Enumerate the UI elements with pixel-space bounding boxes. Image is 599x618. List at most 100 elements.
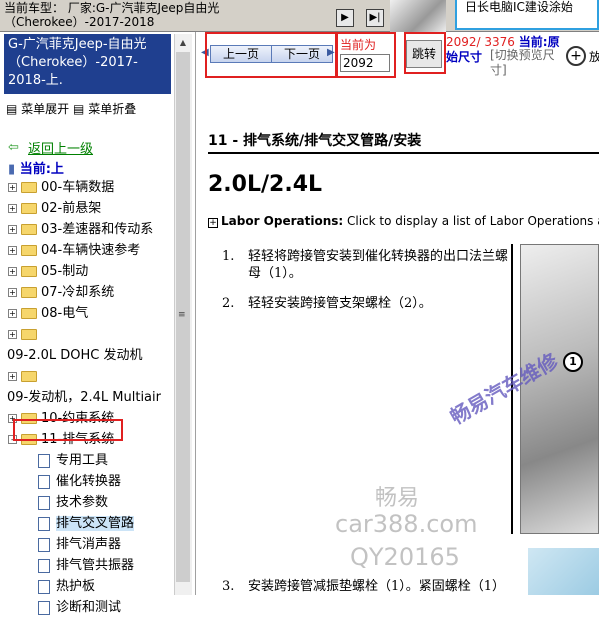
tree-item-label[interactable]: 03-差速器和传动系 [41,222,153,237]
menu-toggle-row: ▤ 菜单展开 ▤ 菜单折叠 [6,100,136,117]
tree-child-label[interactable]: 排气管共振器 [56,558,134,573]
folder-icon [21,308,37,319]
list-icon: ▤ [6,102,18,116]
menu-expand-link[interactable]: 菜单展开 [21,102,69,116]
selection-highlight-box [13,419,123,441]
tree-item-label[interactable]: 05-制动 [41,264,88,279]
current-size-label: 当前:原 [518,35,560,49]
document-icon [38,579,50,594]
tree-item[interactable]: +05-制动 [0,262,88,282]
tree-item[interactable]: +04-车辆快速参考 [0,241,140,261]
expand-icon[interactable]: + [8,204,17,213]
zoom-in-icon[interactable]: + [566,46,586,66]
current-model-text: 当前车型： 厂家:G-广汽菲克Jeep自由光（Cherokee）-2017-20… [4,1,220,29]
switch-preview-link[interactable]: [切换预览尺寸] [490,48,562,78]
scroll-grip-icon: ≡ [178,310,186,320]
document-icon [38,453,50,468]
labor-operations-text: Click to display a list of Labor Operati… [343,214,599,228]
document-icon [38,474,50,489]
tree-item[interactable]: +07-冷却系统 [0,283,114,303]
step-number: 2. [222,296,235,311]
expand-icon[interactable]: + [8,372,17,381]
tree-item-label[interactable]: 09-发动机，2.4L Multiair [7,390,161,405]
expand-icon[interactable]: + [8,267,17,276]
step-text: 轻轻安装跨接管支架螺栓（2）。 [248,296,432,311]
tree-item-label[interactable]: 00-车辆数据 [41,180,114,195]
menu-collapse-link[interactable]: 菜单折叠 [88,102,136,116]
zoom-label[interactable]: 放 [589,48,599,65]
tree-child-label[interactable]: 专用工具 [56,453,108,468]
watermark: QY20165 [350,543,460,571]
list-icon: ▤ [73,102,85,116]
tree-child-item[interactable]: 技术参数 [38,493,108,513]
current-location-label: 当前:上 [19,162,64,177]
expand-icon[interactable]: + [208,218,218,228]
expand-icon[interactable]: + [8,288,17,297]
watermark: 畅易 [375,486,420,511]
tree-child-label[interactable]: 催化转换器 [56,474,121,489]
tree-item[interactable]: +02-前悬架 [0,199,101,219]
back-link[interactable]: 返回上一级 [28,138,93,157]
folder-icon [21,182,37,193]
tree-item-label[interactable]: 02-前悬架 [41,201,101,216]
tree-child-item[interactable]: 排气交叉管路 [38,514,135,534]
tree-item[interactable]: +00-车辆数据 [0,178,114,198]
original-size-label: 始尺寸 [446,50,483,64]
step-number: 1. [222,249,235,264]
current-location: ▮ 当前:上 [8,158,64,177]
page-buttons-highlight-box [205,32,337,78]
labor-operations: + Labor Operations: Click to display a li… [208,214,599,228]
back-arrow-icon: ⇦ [8,140,19,155]
tree-child-label[interactable]: 热护板 [56,579,95,594]
tree-child-item[interactable]: 诊断和测试 [38,598,121,618]
exhaust-diagram-image-2 [528,548,599,595]
tree-child-item[interactable]: 专用工具 [38,451,108,471]
step-item: 3. 安装跨接管减振垫螺栓（1）。紧固螺栓（1） [222,578,548,595]
tree-item[interactable]: +03-差速器和传动系 [0,220,153,240]
tree-item-label[interactable]: 08-电气 [41,306,88,321]
page-input-highlight-box [336,32,396,78]
brand-banner: 日长电脑IC建设涂始 [455,0,599,30]
tree-child-label[interactable]: 排气交叉管路 [56,516,135,531]
tree-item[interactable]: + [0,367,41,387]
watermark: car388.com [335,510,478,538]
step-item: 2. 轻轻安装跨接管支架螺栓（2）。 [222,295,518,312]
folder-icon [21,203,37,214]
tree-child-item[interactable]: 排气管共振器 [38,556,134,576]
folder-icon [21,266,37,277]
labor-operations-label[interactable]: Labor Operations: [221,214,343,228]
last-nav-icon[interactable]: ▶| [366,9,384,27]
jump-highlight-box [404,32,446,74]
expand-icon[interactable]: + [8,225,17,234]
page-count-value: 2092/ 3376 [446,35,515,49]
tree-child-item[interactable]: 热护板 [38,577,95,597]
document-icon [38,537,50,552]
tree-item[interactable]: + [0,325,41,345]
scroll-up-icon[interactable]: ▲ [176,36,190,50]
tree-item[interactable]: +08-电气 [0,304,88,324]
expand-icon[interactable]: + [8,246,17,255]
tree-item[interactable]: 09-2.0L DOHC 发动机 [7,346,143,366]
step-item: 1. 轻轻将跨接管安装到催化转换器的出口法兰螺母（1）。 [222,248,518,282]
engine-title: 2.0L/2.4L [208,172,323,197]
expand-icon[interactable]: + [8,183,17,192]
document-icon [38,558,50,573]
tree-child-item[interactable]: 催化转换器 [38,472,121,492]
folder-icon [21,224,37,235]
tree-item-label[interactable]: 07-冷却系统 [41,285,114,300]
step-text: 轻轻将跨接管安装到催化转换器的出口法兰螺母（1）。 [248,249,509,281]
expand-icon[interactable]: + [8,309,17,318]
diagram-callout: 1 [563,352,583,372]
tree-child-item[interactable]: 排气消声器 [38,535,121,555]
tree-child-label[interactable]: 排气消声器 [56,537,121,552]
tree-item[interactable]: 09-发动机，2.4L Multiair [7,388,161,408]
tree-child-label[interactable]: 技术参数 [56,495,108,510]
next-nav-icon[interactable]: ▶ [336,9,354,27]
tree-item-label[interactable]: 04-车辆快速参考 [41,243,140,258]
tree-item-label[interactable]: 09-2.0L DOHC 发动机 [7,348,143,363]
expand-icon[interactable]: + [8,330,17,339]
tree-child-label[interactable]: 诊断和测试 [56,600,121,615]
folder-icon [21,371,37,382]
folder-icon [21,329,37,340]
cylinder-icon: ▮ [8,162,16,177]
